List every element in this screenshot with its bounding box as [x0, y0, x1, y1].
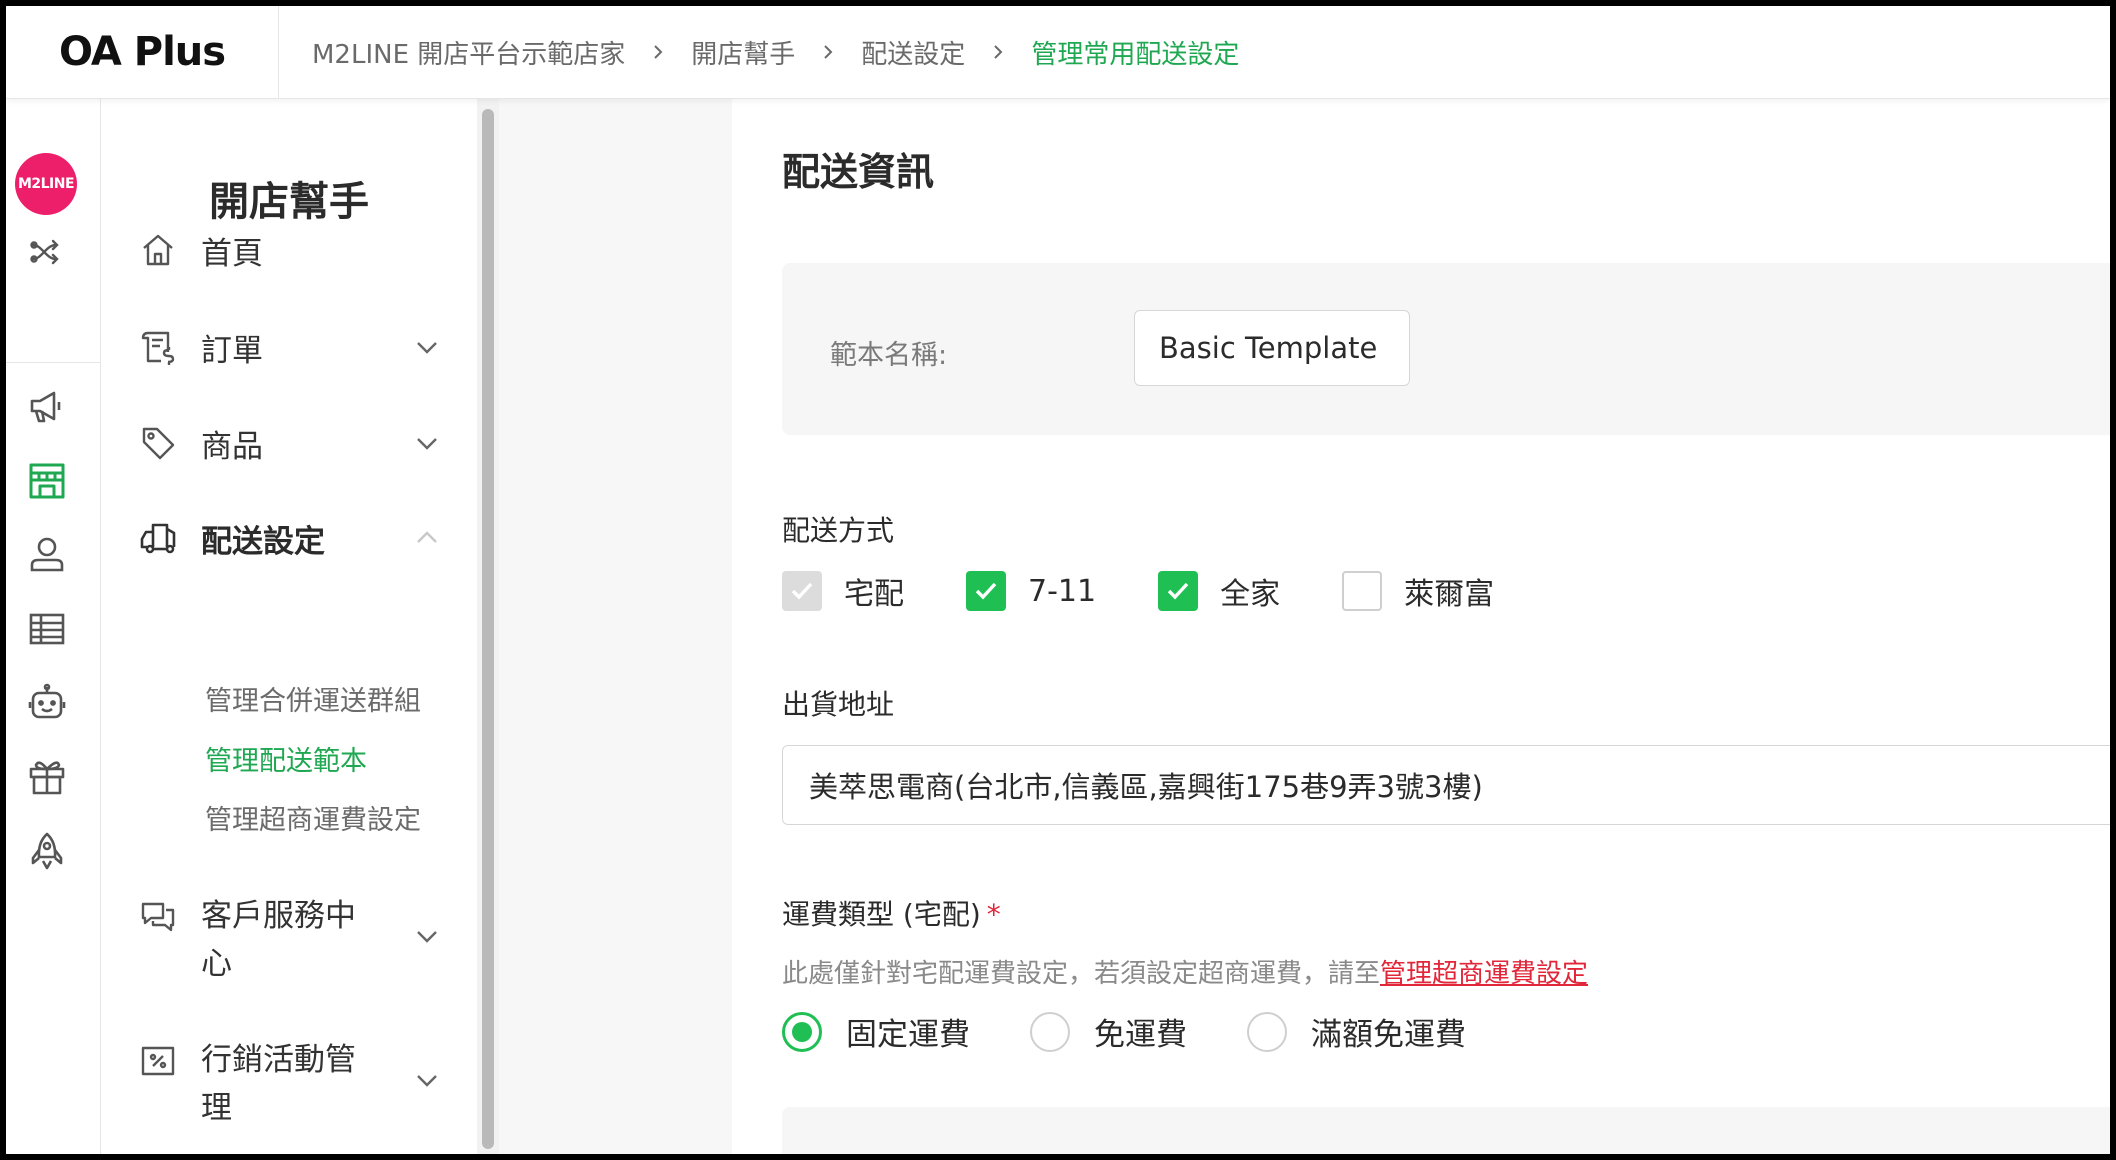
ship-address-select[interactable]: 美萃思電商(台北市,信義區,嘉興街175巷9弄3號3樓) [782, 745, 2110, 825]
template-name-field[interactable]: Basic Template [1134, 310, 1410, 386]
nav-item-customer-service[interactable]: 客戶服務中心 [139, 892, 439, 992]
section-title: 配送資訊 [782, 150, 935, 194]
delivery-option-label: 7-11 [1028, 573, 1097, 609]
fee-hint-text: 此處僅針對宅配運費設定，若須設定超商運費，請至 [782, 959, 1381, 989]
sub-item-templates[interactable]: 管理配送範本 [205, 739, 367, 778]
rocket-icon[interactable] [26, 830, 68, 872]
fee-option-label: 滿額免運費 [1311, 1017, 1466, 1053]
breadcrumb: M2LINE 開店平台示範店家 開店幫手 配送設定 管理常用配送設定 [312, 6, 1239, 98]
nav-item-products[interactable]: 商品 [139, 413, 439, 473]
main-content: 配送資訊 範本名稱: Basic Template 配送方式 宅配 7-11 全… [732, 99, 2110, 1154]
megaphone-icon[interactable] [26, 386, 68, 428]
fee-option-free[interactable]: 免運費 [1030, 1009, 1187, 1054]
table-icon[interactable] [26, 608, 68, 650]
delivery-option-711[interactable]: 7-11 [966, 571, 1096, 611]
delivery-option-label: 萊爾富 [1404, 577, 1495, 612]
ship-address-label: 出貨地址 [782, 688, 895, 721]
nav-item-label: 配送設定 [201, 523, 325, 560]
fee-option-threshold[interactable]: 滿額免運費 [1247, 1009, 1466, 1054]
store-icon[interactable] [26, 460, 68, 502]
delivery-option-familymart[interactable]: 全家 [1158, 569, 1280, 613]
template-name-label: 範本名稱: [830, 340, 948, 371]
radio-selected[interactable] [782, 1011, 822, 1052]
radio-unselected[interactable] [1030, 1011, 1070, 1052]
checkbox-checked[interactable] [1158, 571, 1199, 611]
fee-option-label: 免運費 [1094, 1017, 1187, 1053]
truck-icon [140, 523, 176, 554]
icon-rail: M2LINE [6, 99, 101, 1154]
checkbox-checked[interactable] [966, 571, 1006, 611]
app-logo[interactable]: OA Plus [6, 6, 279, 98]
checkbox-disabled [782, 571, 822, 611]
nav-item-label: 商品 [201, 428, 263, 465]
sub-item-merge-groups[interactable]: 管理合併運送群組 [205, 679, 421, 718]
nav-item-label: 行銷活動管理 [201, 1042, 356, 1126]
checkbox-unchecked[interactable] [1342, 571, 1383, 611]
chat-icon [141, 902, 175, 932]
nav-item-orders[interactable]: 訂單 [139, 317, 439, 377]
required-mark: * [986, 898, 1001, 931]
tag-icon [142, 427, 175, 460]
fee-option-label: 固定運費 [846, 1017, 970, 1053]
breadcrumb-helper[interactable]: 開店幫手 [691, 34, 795, 71]
app-window: OA Plus M2LINE 開店平台示範店家 開店幫手 配送設定 管理常用配送… [6, 6, 2110, 1154]
delivery-option-hilife[interactable]: 萊爾富 [1342, 569, 1494, 613]
nav-item-label: 客戶服務中心 [201, 898, 356, 982]
store-avatar[interactable]: M2LINE [15, 153, 77, 215]
chevron-down-icon [417, 1075, 437, 1087]
breadcrumb-store[interactable]: M2LINE 開店平台示範店家 [312, 34, 625, 71]
sub-item-cvs-fee[interactable]: 管理超商運費設定 [205, 798, 421, 837]
nav-item-marketing[interactable]: 行銷活動管理 [139, 1036, 439, 1136]
fee-type-label: 運費類型 (宅配) * [782, 893, 1001, 933]
chevron-down-icon [417, 342, 437, 354]
delivery-method-options: 宅配 7-11 全家 萊爾富 [782, 569, 1556, 613]
nav-item-home[interactable]: 首頁 [139, 220, 439, 280]
fee-type-options: 固定運費 免運費 滿額免運費 [782, 1009, 1526, 1054]
cvs-fee-link[interactable]: 管理超商運費設定 [1380, 959, 1588, 989]
side-nav: 開店幫手 首頁 訂單 商品 配送設定 管理合併運送群組 管理配送範本 管理超商運… [101, 99, 478, 1154]
fee-type-text: 運費類型 (宅配) [782, 898, 981, 931]
user-icon[interactable] [26, 534, 68, 576]
chevron-right-icon [989, 43, 1007, 61]
shuffle-icon[interactable] [28, 234, 64, 270]
chevron-down-icon [417, 438, 437, 450]
chevron-right-icon [819, 43, 837, 61]
template-name-panel: 範本名稱: Basic Template [782, 263, 2110, 435]
robot-icon[interactable] [26, 682, 68, 724]
nav-title: 開店幫手 [209, 179, 369, 225]
nav-scrollbar[interactable] [482, 109, 494, 1149]
breadcrumb-shipping[interactable]: 配送設定 [861, 34, 965, 71]
chevron-up-icon [417, 531, 437, 543]
gift-icon[interactable] [26, 756, 68, 798]
fee-hint: 此處僅針對宅配運費設定，若須設定超商運費，請至管理超商運費設定 [782, 953, 1588, 990]
fee-settings-panel [782, 1107, 2110, 1154]
home-icon [143, 234, 173, 266]
chevron-right-icon [649, 43, 667, 61]
top-bar: OA Plus M2LINE 開店平台示範店家 開店幫手 配送設定 管理常用配送… [6, 6, 2110, 99]
delivery-option-home: 宅配 [782, 569, 904, 613]
delivery-option-label: 全家 [1220, 577, 1281, 612]
nav-item-label: 訂單 [201, 332, 263, 369]
fee-option-fixed[interactable]: 固定運費 [782, 1009, 970, 1054]
delivery-method-label: 配送方式 [782, 514, 895, 547]
rail-divider [6, 362, 100, 363]
breadcrumb-current: 管理常用配送設定 [1031, 39, 1240, 70]
receipt-icon [141, 331, 175, 365]
nav-item-shipping[interactable]: 配送設定 [139, 508, 439, 568]
chevron-down-icon [417, 931, 437, 943]
radio-unselected[interactable] [1247, 1011, 1287, 1052]
nav-item-label: 首頁 [201, 235, 263, 272]
coupon-icon [141, 1046, 175, 1076]
delivery-option-label: 宅配 [844, 577, 904, 612]
